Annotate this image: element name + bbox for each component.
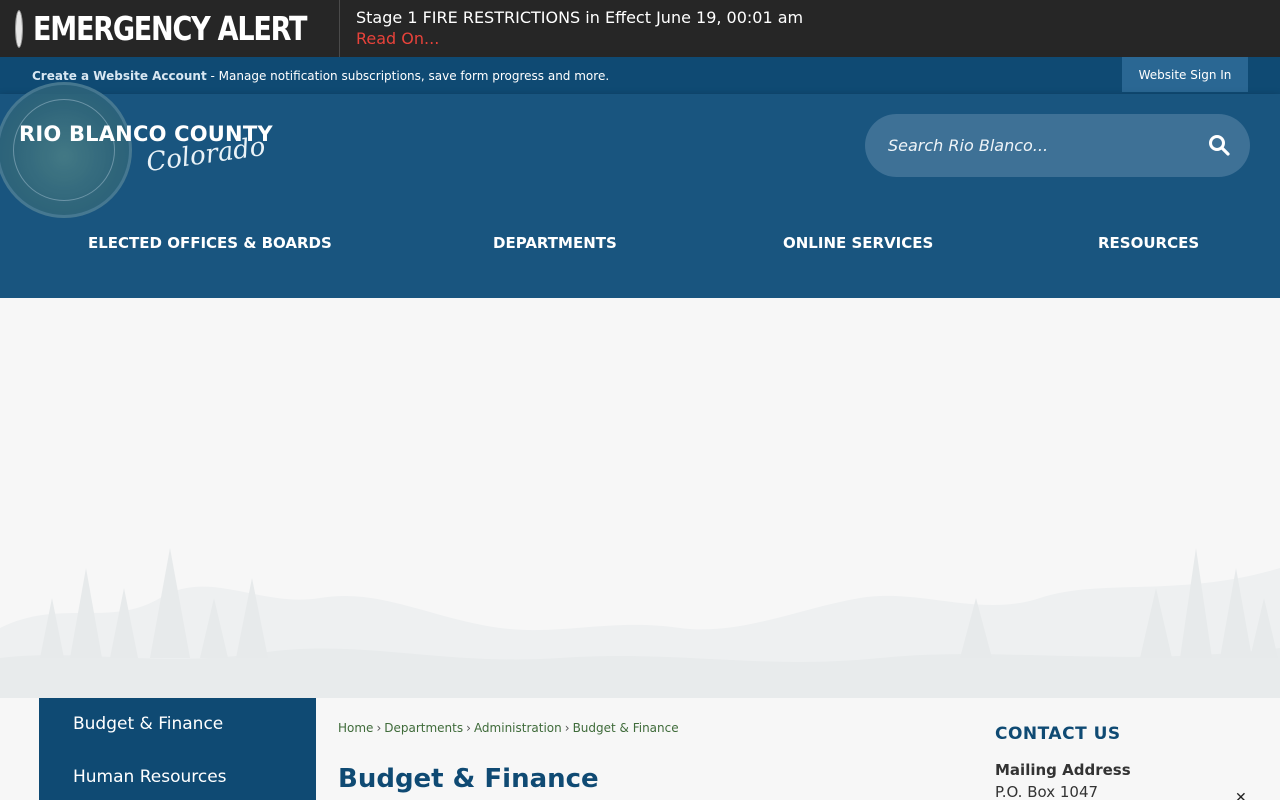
hero-banner: [0, 298, 1280, 698]
breadcrumb-budget-finance[interactable]: Budget & Finance: [573, 721, 679, 735]
account-description: - Manage notification subscriptions, sav…: [206, 68, 610, 83]
alert-content: Stage 1 FIRE RESTRICTIONS in Effect June…: [340, 0, 803, 57]
nav-departments[interactable]: DEPARTMENTS: [493, 234, 617, 252]
breadcrumb: Home › Departments › Administration › Budget &…: [338, 721, 679, 735]
account-notice: Create a Website Account - Manage notifi…: [0, 69, 609, 83]
search-input[interactable]: [865, 136, 1185, 155]
seal-inner-ring: [13, 99, 115, 201]
side-nav-human-resources[interactable]: Human Resources: [73, 767, 227, 787]
contact-us-heading: CONTACT US: [995, 724, 1121, 744]
site-header: RIO BLANCO COUNTY Colorado ELECTED OFFIC…: [0, 82, 1280, 298]
alert-message: Stage 1 FIRE RESTRICTIONS in Effect June…: [356, 8, 804, 27]
search-icon[interactable]: [1208, 134, 1230, 156]
search-box: [865, 114, 1250, 177]
mountain-silhouette: [0, 548, 1280, 698]
nav-online-services[interactable]: ONLINE SERVICES: [783, 234, 933, 252]
emergency-alert-bar: EMERGENCY ALERT Stage 1 FIRE RESTRICTION…: [0, 0, 1280, 57]
close-icon[interactable]: ✕: [1235, 790, 1247, 800]
alert-dot-icon: [16, 10, 22, 47]
page-title: Budget & Finance: [338, 764, 599, 794]
create-account-link[interactable]: Create a Website Account: [32, 69, 207, 83]
alert-heading: EMERGENCY ALERT: [0, 0, 340, 57]
mailing-address-line: P.O. Box 1047: [995, 783, 1099, 800]
breadcrumb-separator: ›: [466, 721, 471, 735]
mailing-address-label: Mailing Address: [995, 761, 1131, 779]
website-sign-in-button[interactable]: Website Sign In: [1122, 57, 1248, 92]
breadcrumb-departments[interactable]: Departments: [384, 721, 463, 735]
side-nav: Budget & Finance Human Resources: [39, 698, 316, 800]
breadcrumb-home[interactable]: Home: [338, 721, 373, 735]
nav-elected-offices[interactable]: ELECTED OFFICES & BOARDS: [88, 234, 332, 252]
nav-resources[interactable]: RESOURCES: [1098, 234, 1199, 252]
alert-title: EMERGENCY ALERT: [33, 9, 307, 48]
account-strip: Create a Website Account - Manage notifi…: [0, 57, 1280, 94]
breadcrumb-administration[interactable]: Administration: [474, 721, 562, 735]
alert-read-on-link[interactable]: Read On...: [356, 28, 439, 50]
breadcrumb-separator: ›: [564, 721, 570, 735]
breadcrumb-separator: ›: [376, 721, 382, 735]
side-nav-budget-finance[interactable]: Budget & Finance: [73, 714, 223, 734]
county-seal-logo: [0, 82, 132, 218]
